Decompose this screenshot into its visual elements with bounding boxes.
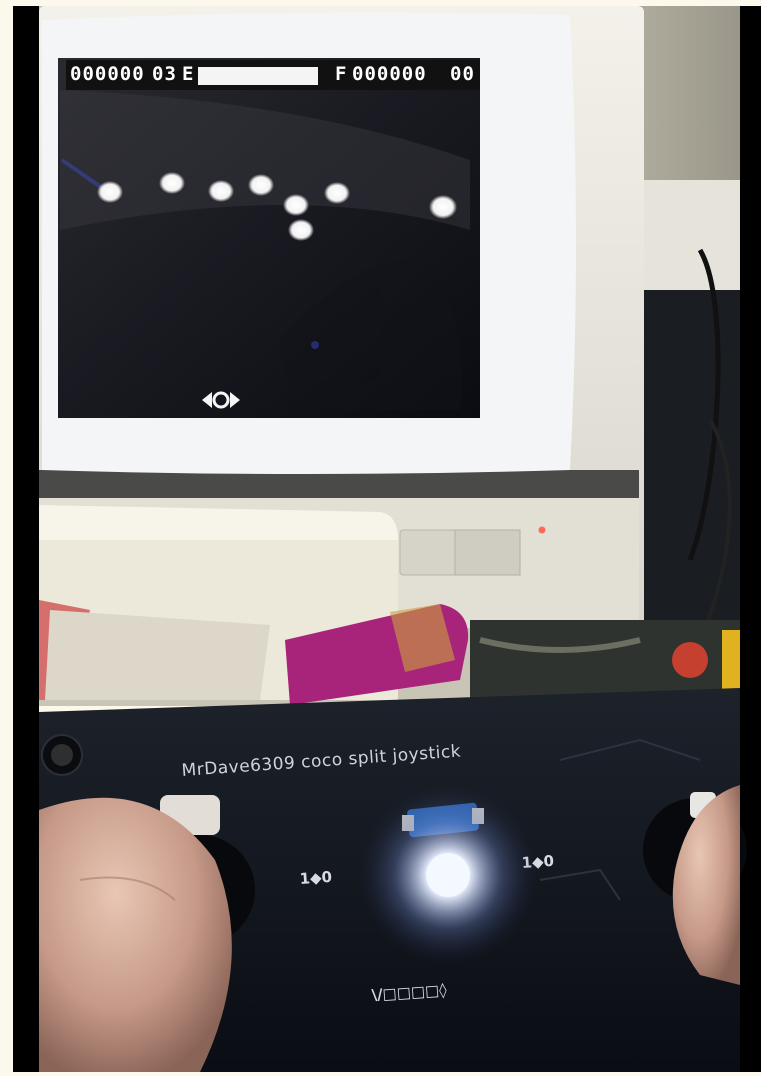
desk-clutter	[470, 620, 740, 700]
left-score: 000000	[70, 63, 145, 85]
fuel-full-label: F	[335, 63, 347, 85]
photo-canvas: 000000 03 E F 000000 00 MrDave6309 coco …	[0, 0, 761, 1072]
game-hud: 000000 03 E F 000000 00	[66, 60, 480, 90]
left-lives: 03	[152, 63, 177, 85]
left-frame-bar	[13, 6, 39, 1072]
right-frame-bar	[740, 6, 761, 1072]
photo-frame: 000000 03 E F 000000 00 MrDave6309 coco …	[0, 0, 761, 1072]
status-led-icon	[426, 853, 470, 897]
enemy-saucer-icon	[324, 182, 350, 204]
enemy-saucer-icon	[97, 181, 123, 203]
enemy-saucer-icon	[288, 219, 314, 241]
right-score: 000000	[352, 63, 427, 85]
enemy-saucer-icon	[429, 195, 457, 219]
fuel-gauge-bar	[198, 67, 318, 85]
enemy-saucer-icon	[283, 194, 309, 216]
enemy-saucer-icon	[248, 174, 274, 196]
fuel-empty-label: E	[182, 63, 194, 85]
enemy-saucer-icon	[159, 172, 185, 194]
enemy-saucer-icon	[208, 180, 234, 202]
power-led-icon	[538, 526, 546, 534]
left-pad-label: 1◆0	[299, 868, 333, 888]
right-lives: 00	[450, 63, 475, 85]
